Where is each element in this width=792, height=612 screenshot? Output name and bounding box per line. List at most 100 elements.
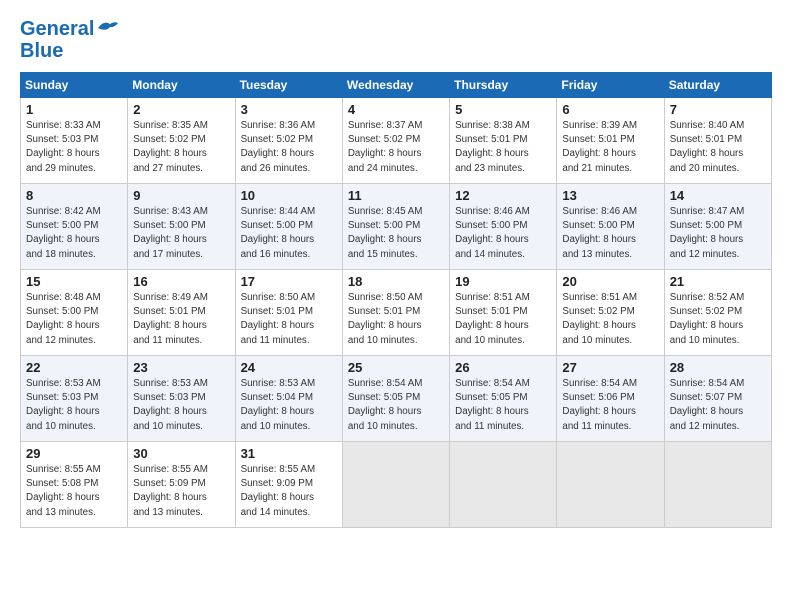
calendar-cell-day-25: 25 Sunrise: 8:54 AM Sunset: 5:05 PM Dayli… — [342, 356, 449, 442]
calendar-week-5: 29 Sunrise: 8:55 AM Sunset: 5:08 PM Dayli… — [21, 442, 772, 528]
cell-info: Sunrise: 8:54 AM Sunset: 5:05 PM Dayligh… — [348, 377, 444, 434]
calendar-cell-empty — [664, 442, 771, 528]
logo-bird-icon — [96, 20, 118, 36]
day-number: 1 — [26, 102, 122, 117]
day-number: 3 — [241, 102, 337, 117]
calendar-cell-day-20: 20 Sunrise: 8:51 AM Sunset: 5:02 PM Dayli… — [557, 270, 664, 356]
calendar-cell-day-29: 29 Sunrise: 8:55 AM Sunset: 5:08 PM Dayli… — [21, 442, 128, 528]
day-number: 16 — [133, 274, 229, 289]
calendar-cell-empty — [557, 442, 664, 528]
day-number: 26 — [455, 360, 551, 375]
calendar-cell-day-23: 23Sunrise: 8:53 AM Sunset: 5:03 PM Dayli… — [128, 356, 235, 442]
logo-blue: Blue — [20, 40, 63, 62]
calendar-week-4: 22Sunrise: 8:53 AM Sunset: 5:03 PM Dayli… — [21, 356, 772, 442]
day-number: 24 — [241, 360, 337, 375]
day-number: 23 — [133, 360, 229, 375]
calendar-cell-day-8: 8 Sunrise: 8:42 AM Sunset: 5:00 PM Daylig… — [21, 184, 128, 270]
calendar-cell-day-16: 16 Sunrise: 8:49 AM Sunset: 5:01 PM Dayli… — [128, 270, 235, 356]
col-saturday: Saturday — [664, 73, 771, 98]
day-number: 11 — [348, 188, 444, 203]
cell-info: Sunrise: 8:50 AM Sunset: 5:01 PM Dayligh… — [348, 291, 444, 348]
cell-info: Sunrise: 8:54 AM Sunset: 5:07 PM Dayligh… — [670, 377, 766, 434]
cell-info: Sunrise: 8:49 AM Sunset: 5:01 PM Dayligh… — [133, 291, 229, 348]
calendar-cell-day-14: 14Sunrise: 8:47 AM Sunset: 5:00 PM Dayli… — [664, 184, 771, 270]
col-tuesday: Tuesday — [235, 73, 342, 98]
day-number: 13 — [562, 188, 658, 203]
header: General Blue — [20, 18, 772, 62]
day-number: 31 — [241, 446, 337, 461]
calendar-cell-day-30: 30 Sunrise: 8:55 AM Sunset: 5:09 PM Dayli… — [128, 442, 235, 528]
calendar-cell-day-11: 11 Sunrise: 8:45 AM Sunset: 5:00 PM Dayli… — [342, 184, 449, 270]
cell-info: Sunrise: 8:51 AM Sunset: 5:02 PM Dayligh… — [562, 291, 658, 348]
col-friday: Friday — [557, 73, 664, 98]
cell-info: Sunrise: 8:55 AM Sunset: 9:09 PM Dayligh… — [241, 463, 337, 520]
cell-info: Sunrise: 8:52 AM Sunset: 5:02 PM Dayligh… — [670, 291, 766, 348]
day-number: 20 — [562, 274, 658, 289]
cell-info: Sunrise: 8:38 AM Sunset: 5:01 PM Dayligh… — [455, 119, 551, 176]
calendar-cell-day-22: 22Sunrise: 8:53 AM Sunset: 5:03 PM Dayli… — [21, 356, 128, 442]
cell-info: Sunrise: 8:35 AM Sunset: 5:02 PM Dayligh… — [133, 119, 229, 176]
day-number: 10 — [241, 188, 337, 203]
day-number: 12 — [455, 188, 551, 203]
day-number: 18 — [348, 274, 444, 289]
calendar-cell-day-5: 5 Sunrise: 8:38 AM Sunset: 5:01 PM Daylig… — [450, 98, 557, 184]
cell-info: Sunrise: 8:54 AM Sunset: 5:05 PM Dayligh… — [455, 377, 551, 434]
day-number: 19 — [455, 274, 551, 289]
day-number: 4 — [348, 102, 444, 117]
day-number: 22 — [26, 360, 122, 375]
col-monday: Monday — [128, 73, 235, 98]
day-number: 27 — [562, 360, 658, 375]
cell-info: Sunrise: 8:40 AM Sunset: 5:01 PM Dayligh… — [670, 119, 766, 176]
calendar-table: Sunday Monday Tuesday Wednesday Thursday… — [20, 72, 772, 528]
cell-info: Sunrise: 8:48 AM Sunset: 5:00 PM Dayligh… — [26, 291, 122, 348]
cell-info: Sunrise: 8:42 AM Sunset: 5:00 PM Dayligh… — [26, 205, 122, 262]
day-number: 29 — [26, 446, 122, 461]
day-number: 21 — [670, 274, 766, 289]
day-number: 30 — [133, 446, 229, 461]
day-number: 6 — [562, 102, 658, 117]
day-number: 8 — [26, 188, 122, 203]
calendar-week-1: 1 Sunrise: 8:33 AM Sunset: 5:03 PM Daylig… — [21, 98, 772, 184]
calendar-week-2: 8 Sunrise: 8:42 AM Sunset: 5:00 PM Daylig… — [21, 184, 772, 270]
cell-info: Sunrise: 8:43 AM Sunset: 5:00 PM Dayligh… — [133, 205, 229, 262]
calendar-cell-day-27: 27Sunrise: 8:54 AM Sunset: 5:06 PM Dayli… — [557, 356, 664, 442]
cell-info: Sunrise: 8:37 AM Sunset: 5:02 PM Dayligh… — [348, 119, 444, 176]
col-sunday: Sunday — [21, 73, 128, 98]
day-number: 9 — [133, 188, 229, 203]
cell-info: Sunrise: 8:53 AM Sunset: 5:04 PM Dayligh… — [241, 377, 337, 434]
col-wednesday: Wednesday — [342, 73, 449, 98]
calendar-cell-day-17: 17Sunrise: 8:50 AM Sunset: 5:01 PM Dayli… — [235, 270, 342, 356]
calendar-cell-day-21: 21 Sunrise: 8:52 AM Sunset: 5:02 PM Dayli… — [664, 270, 771, 356]
calendar-cell-day-26: 26 Sunrise: 8:54 AM Sunset: 5:05 PM Dayli… — [450, 356, 557, 442]
day-number: 14 — [670, 188, 766, 203]
logo: General Blue — [20, 18, 118, 62]
cell-info: Sunrise: 8:45 AM Sunset: 5:00 PM Dayligh… — [348, 205, 444, 262]
cell-info: Sunrise: 8:33 AM Sunset: 5:03 PM Dayligh… — [26, 119, 122, 176]
cell-info: Sunrise: 8:36 AM Sunset: 5:02 PM Dayligh… — [241, 119, 337, 176]
cell-info: Sunrise: 8:46 AM Sunset: 5:00 PM Dayligh… — [455, 205, 551, 262]
calendar-cell-day-18: 18 Sunrise: 8:50 AM Sunset: 5:01 PM Dayli… — [342, 270, 449, 356]
day-number: 5 — [455, 102, 551, 117]
calendar-cell-day-1: 1 Sunrise: 8:33 AM Sunset: 5:03 PM Daylig… — [21, 98, 128, 184]
calendar-cell-day-24: 24 Sunrise: 8:53 AM Sunset: 5:04 PM Dayli… — [235, 356, 342, 442]
calendar-cell-day-7: 7Sunrise: 8:40 AM Sunset: 5:01 PM Daylig… — [664, 98, 771, 184]
cell-info: Sunrise: 8:55 AM Sunset: 5:09 PM Dayligh… — [133, 463, 229, 520]
cell-info: Sunrise: 8:46 AM Sunset: 5:00 PM Dayligh… — [562, 205, 658, 262]
cell-info: Sunrise: 8:44 AM Sunset: 5:00 PM Dayligh… — [241, 205, 337, 262]
page: General Blue Sunday Monday Tuesday Wedne… — [0, 0, 792, 612]
day-number: 2 — [133, 102, 229, 117]
day-number: 25 — [348, 360, 444, 375]
cell-info: Sunrise: 8:50 AM Sunset: 5:01 PM Dayligh… — [241, 291, 337, 348]
calendar-header-row: Sunday Monday Tuesday Wednesday Thursday… — [21, 73, 772, 98]
logo-general: General — [20, 18, 94, 40]
cell-info: Sunrise: 8:55 AM Sunset: 5:08 PM Dayligh… — [26, 463, 122, 520]
cell-info: Sunrise: 8:51 AM Sunset: 5:01 PM Dayligh… — [455, 291, 551, 348]
calendar-cell-day-28: 28Sunrise: 8:54 AM Sunset: 5:07 PM Dayli… — [664, 356, 771, 442]
calendar-cell-day-4: 4 Sunrise: 8:37 AM Sunset: 5:02 PM Daylig… — [342, 98, 449, 184]
calendar-week-3: 15 Sunrise: 8:48 AM Sunset: 5:00 PM Dayli… — [21, 270, 772, 356]
day-number: 15 — [26, 274, 122, 289]
cell-info: Sunrise: 8:39 AM Sunset: 5:01 PM Dayligh… — [562, 119, 658, 176]
calendar-cell-day-9: 9 Sunrise: 8:43 AM Sunset: 5:00 PM Daylig… — [128, 184, 235, 270]
calendar-cell-day-6: 6 Sunrise: 8:39 AM Sunset: 5:01 PM Daylig… — [557, 98, 664, 184]
calendar-cell-day-2: 2 Sunrise: 8:35 AM Sunset: 5:02 PM Daylig… — [128, 98, 235, 184]
